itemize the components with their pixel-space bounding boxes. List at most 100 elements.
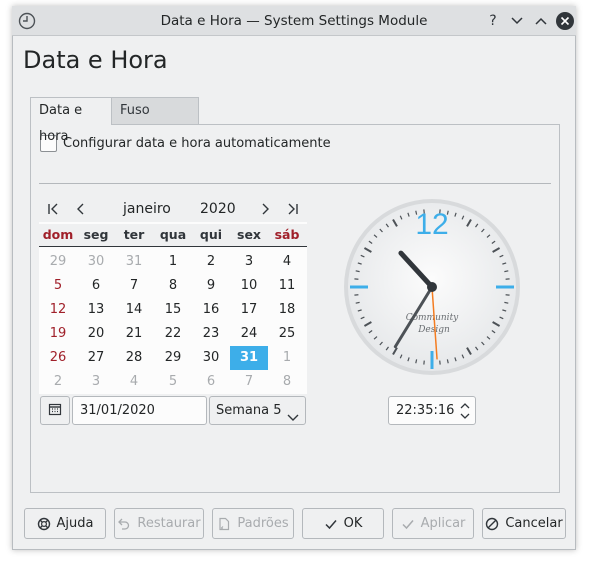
first-month-icon[interactable] [41, 199, 65, 219]
reset-button[interactable]: Restaurar [114, 508, 204, 539]
calendar-nav: janeiro 2020 [39, 196, 307, 222]
cancel-button[interactable]: Cancelar [482, 508, 566, 539]
calendar-day[interactable]: 19 [39, 322, 77, 346]
calendar-day[interactable]: 22 [154, 322, 192, 346]
tab-timezone[interactable]: Fuso horário [111, 97, 199, 144]
clock-center-pin [427, 282, 437, 292]
ok-button[interactable]: OK [302, 508, 384, 539]
month-label[interactable]: janeiro [123, 196, 171, 222]
calendar-day[interactable]: 8 [268, 370, 306, 394]
calendar-icon [48, 402, 62, 420]
calendar-day[interactable]: 23 [192, 322, 230, 346]
calendar-day[interactable]: 1 [154, 250, 192, 274]
calendar-day[interactable]: 30 [77, 250, 115, 274]
checkmark-icon [401, 517, 415, 531]
calendar-day[interactable]: 21 [115, 322, 153, 346]
calendar-day[interactable]: 27 [77, 346, 115, 370]
prev-month-icon[interactable] [69, 199, 93, 219]
calendar-day[interactable]: 6 [77, 274, 115, 298]
calendar-day[interactable]: 2 [192, 250, 230, 274]
calendar-day[interactable]: 28 [115, 346, 153, 370]
title-bar[interactable]: Data e Hora — System Settings Module ? [12, 6, 576, 36]
separator [39, 183, 551, 184]
calendar-day[interactable]: 29 [39, 250, 77, 274]
calendar-day[interactable]: 4 [115, 370, 153, 394]
calendar-day[interactable]: 24 [230, 322, 268, 346]
calendar-day[interactable]: 8 [154, 274, 192, 298]
clock-minute-tick [504, 301, 509, 304]
calendar-day[interactable]: 25 [268, 322, 306, 346]
calendar-day[interactable]: 29 [154, 346, 192, 370]
time-spinbox[interactable]: 22:35:16 [388, 396, 476, 425]
calendar-day[interactable]: 10 [230, 274, 268, 298]
cancel-icon [485, 517, 499, 531]
calendar-day[interactable]: 26 [39, 346, 77, 370]
calendar-day[interactable]: 7 [115, 274, 153, 298]
week-select-value: Semana 5 [216, 403, 282, 418]
calendar-day[interactable]: 1 [268, 346, 306, 370]
calendar-day[interactable]: 6 [192, 370, 230, 394]
weekday-header: dom seg ter qua qui sex sáb [39, 224, 307, 247]
minimize-icon[interactable] [506, 6, 528, 36]
auto-config-label[interactable]: Configurar data e hora automaticamente [63, 135, 331, 152]
calendar-day[interactable]: 4 [268, 250, 306, 274]
calendar-day[interactable]: 13 [77, 298, 115, 322]
weekday-label: sáb [274, 227, 300, 242]
spin-arrows-icon[interactable] [459, 400, 471, 432]
calendar-day[interactable]: 9 [192, 274, 230, 298]
clock-minute-tick [355, 270, 360, 273]
calendar-day[interactable]: 5 [154, 370, 192, 394]
chevron-down-icon [287, 405, 299, 432]
clock-minute-tick [355, 301, 360, 304]
clock-minute-tick [504, 270, 509, 273]
checkmark-icon [324, 517, 338, 531]
calendar-day[interactable]: 20 [77, 322, 115, 346]
analog-clock: 12 Community Design [342, 196, 522, 380]
defaults-button[interactable]: Padrões [212, 508, 294, 539]
calendar-day[interactable]: 31 [230, 346, 268, 370]
year-label[interactable]: 2020 [200, 196, 236, 222]
ok-button-label: OK [343, 516, 363, 531]
calendar-day[interactable]: 17 [230, 298, 268, 322]
time-value: 22:35:16 [396, 403, 455, 418]
weekday-label: sex [237, 227, 261, 242]
calendar-day[interactable]: 5 [39, 274, 77, 298]
defaults-button-label: Padrões [237, 516, 289, 531]
document-revert-icon [217, 517, 231, 531]
calendar-day[interactable]: 11 [268, 274, 306, 298]
close-icon[interactable] [554, 6, 576, 36]
calendar-day[interactable]: 14 [115, 298, 153, 322]
calendar-day[interactable]: 15 [154, 298, 192, 322]
clock-number-12: 12 [415, 208, 448, 241]
help-icon[interactable]: ? [482, 6, 504, 36]
help-button-label: Ajuda [56, 516, 94, 531]
calendar-day[interactable]: 3 [77, 370, 115, 394]
undo-icon [117, 517, 131, 531]
weekday-label: qui [199, 227, 223, 242]
weekday-label: dom [42, 227, 74, 242]
calendar: janeiro 2020 dom seg ter qua qui sex sáb… [39, 196, 307, 394]
clock-minute-tick [415, 359, 418, 364]
week-select[interactable]: Semana 5 [209, 396, 306, 425]
calendar-day[interactable]: 3 [230, 250, 268, 274]
weekday-label: qua [159, 227, 187, 242]
clock-brand-line2: Design [417, 325, 450, 335]
calendar-day[interactable]: 31 [115, 250, 153, 274]
date-input[interactable]: 31/01/2020 [72, 396, 207, 425]
last-month-icon[interactable] [281, 199, 305, 219]
apply-button-label: Aplicar [420, 516, 466, 531]
calendar-button[interactable] [40, 396, 70, 425]
weekday-label: seg [83, 227, 109, 242]
apply-button[interactable]: Aplicar [392, 508, 474, 539]
calendar-day[interactable]: 30 [192, 346, 230, 370]
calendar-day[interactable]: 2 [39, 370, 77, 394]
calendar-day[interactable]: 12 [39, 298, 77, 322]
calendar-day[interactable]: 7 [230, 370, 268, 394]
next-month-icon[interactable] [253, 199, 277, 219]
maximize-icon[interactable] [530, 6, 552, 36]
clock-minute-tick [446, 359, 449, 364]
calendar-day[interactable]: 18 [268, 298, 306, 322]
help-button[interactable]: Ajuda [24, 508, 106, 539]
calendar-day[interactable]: 16 [192, 298, 230, 322]
tab-datetime[interactable]: Data e hora [30, 97, 112, 144]
